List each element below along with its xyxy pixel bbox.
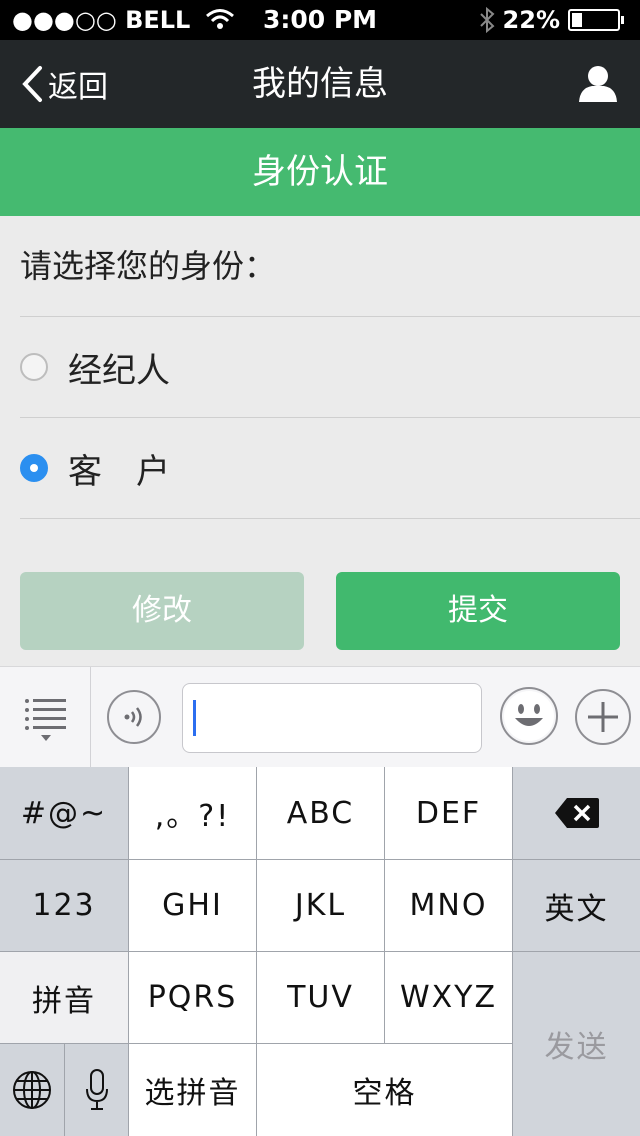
voice-icon (124, 707, 142, 727)
backspace-icon (554, 798, 599, 828)
key-tuv[interactable]: TUV (257, 952, 384, 1043)
key-abc[interactable]: ABC (257, 767, 384, 859)
option-customer-label: 客 户 (68, 451, 170, 492)
key-123[interactable]: 123 (0, 860, 128, 951)
key-ghi[interactable]: GHI (129, 860, 256, 951)
key-dictation[interactable] (65, 1044, 128, 1136)
option-customer[interactable]: 客 户 (0, 418, 640, 518)
smiley-icon (504, 691, 554, 741)
divider (20, 518, 640, 519)
back-label: 返回 (48, 70, 108, 105)
submit-button[interactable]: 提交 (336, 572, 620, 650)
key-english[interactable]: 英文 (513, 860, 640, 951)
battery-icon (568, 9, 624, 31)
option-agent-label: 经纪人 (68, 350, 170, 391)
back-button[interactable]: 返回 (20, 40, 108, 128)
key-send[interactable]: 发送 (513, 952, 640, 1136)
identity-prompt: 请选择您的身份： (20, 247, 277, 285)
keyboard: #@~ ,。?! ABC DEF 123 GHI JKL MNO 英文 拼音 P… (0, 767, 640, 1136)
key-pqrs[interactable]: PQRS (129, 952, 256, 1043)
key-globe[interactable] (0, 1044, 64, 1136)
navigation-bar: 我的信息 返回 (0, 40, 640, 128)
key-def[interactable]: DEF (385, 767, 512, 859)
modify-button[interactable]: 修改 (20, 572, 304, 650)
chevron-left-icon (22, 66, 42, 102)
radio-agent[interactable] (20, 353, 48, 381)
status-bar: ●●●○○ BELL 3:00 PM 22% (0, 0, 640, 40)
message-input[interactable] (182, 683, 482, 753)
key-wxyz[interactable]: WXYZ (385, 952, 512, 1043)
user-icon (579, 66, 617, 102)
key-select-pinyin[interactable]: 选拼音 (129, 1044, 256, 1136)
list-menu-icon (25, 699, 66, 741)
menu-toggle-button[interactable] (24, 697, 68, 747)
key-space[interactable]: 空格 (257, 1044, 512, 1136)
radio-customer[interactable] (20, 454, 48, 482)
voice-button[interactable] (107, 690, 161, 744)
section-banner: 身份认证 (0, 128, 640, 216)
divider (90, 667, 91, 767)
battery-percent: 22% (502, 6, 560, 34)
chat-input-bar (0, 666, 640, 768)
key-jkl[interactable]: JKL (257, 860, 384, 951)
emoji-button[interactable] (500, 687, 558, 745)
key-symbols[interactable]: #@~ (0, 767, 128, 859)
profile-button[interactable] (578, 64, 618, 106)
battery-status: 22% (479, 6, 624, 34)
more-button[interactable] (575, 689, 631, 745)
key-pinyin[interactable]: 拼音 (0, 952, 128, 1043)
key-punctuation[interactable]: ,。?! (129, 767, 256, 859)
bluetooth-icon (479, 7, 495, 33)
plus-icon (588, 702, 618, 732)
option-agent[interactable]: 经纪人 (0, 317, 640, 417)
key-backspace[interactable] (513, 767, 640, 859)
globe-icon (13, 1071, 51, 1109)
text-caret (193, 700, 196, 736)
microphone-icon (85, 1069, 108, 1110)
key-mno[interactable]: MNO (385, 860, 512, 951)
